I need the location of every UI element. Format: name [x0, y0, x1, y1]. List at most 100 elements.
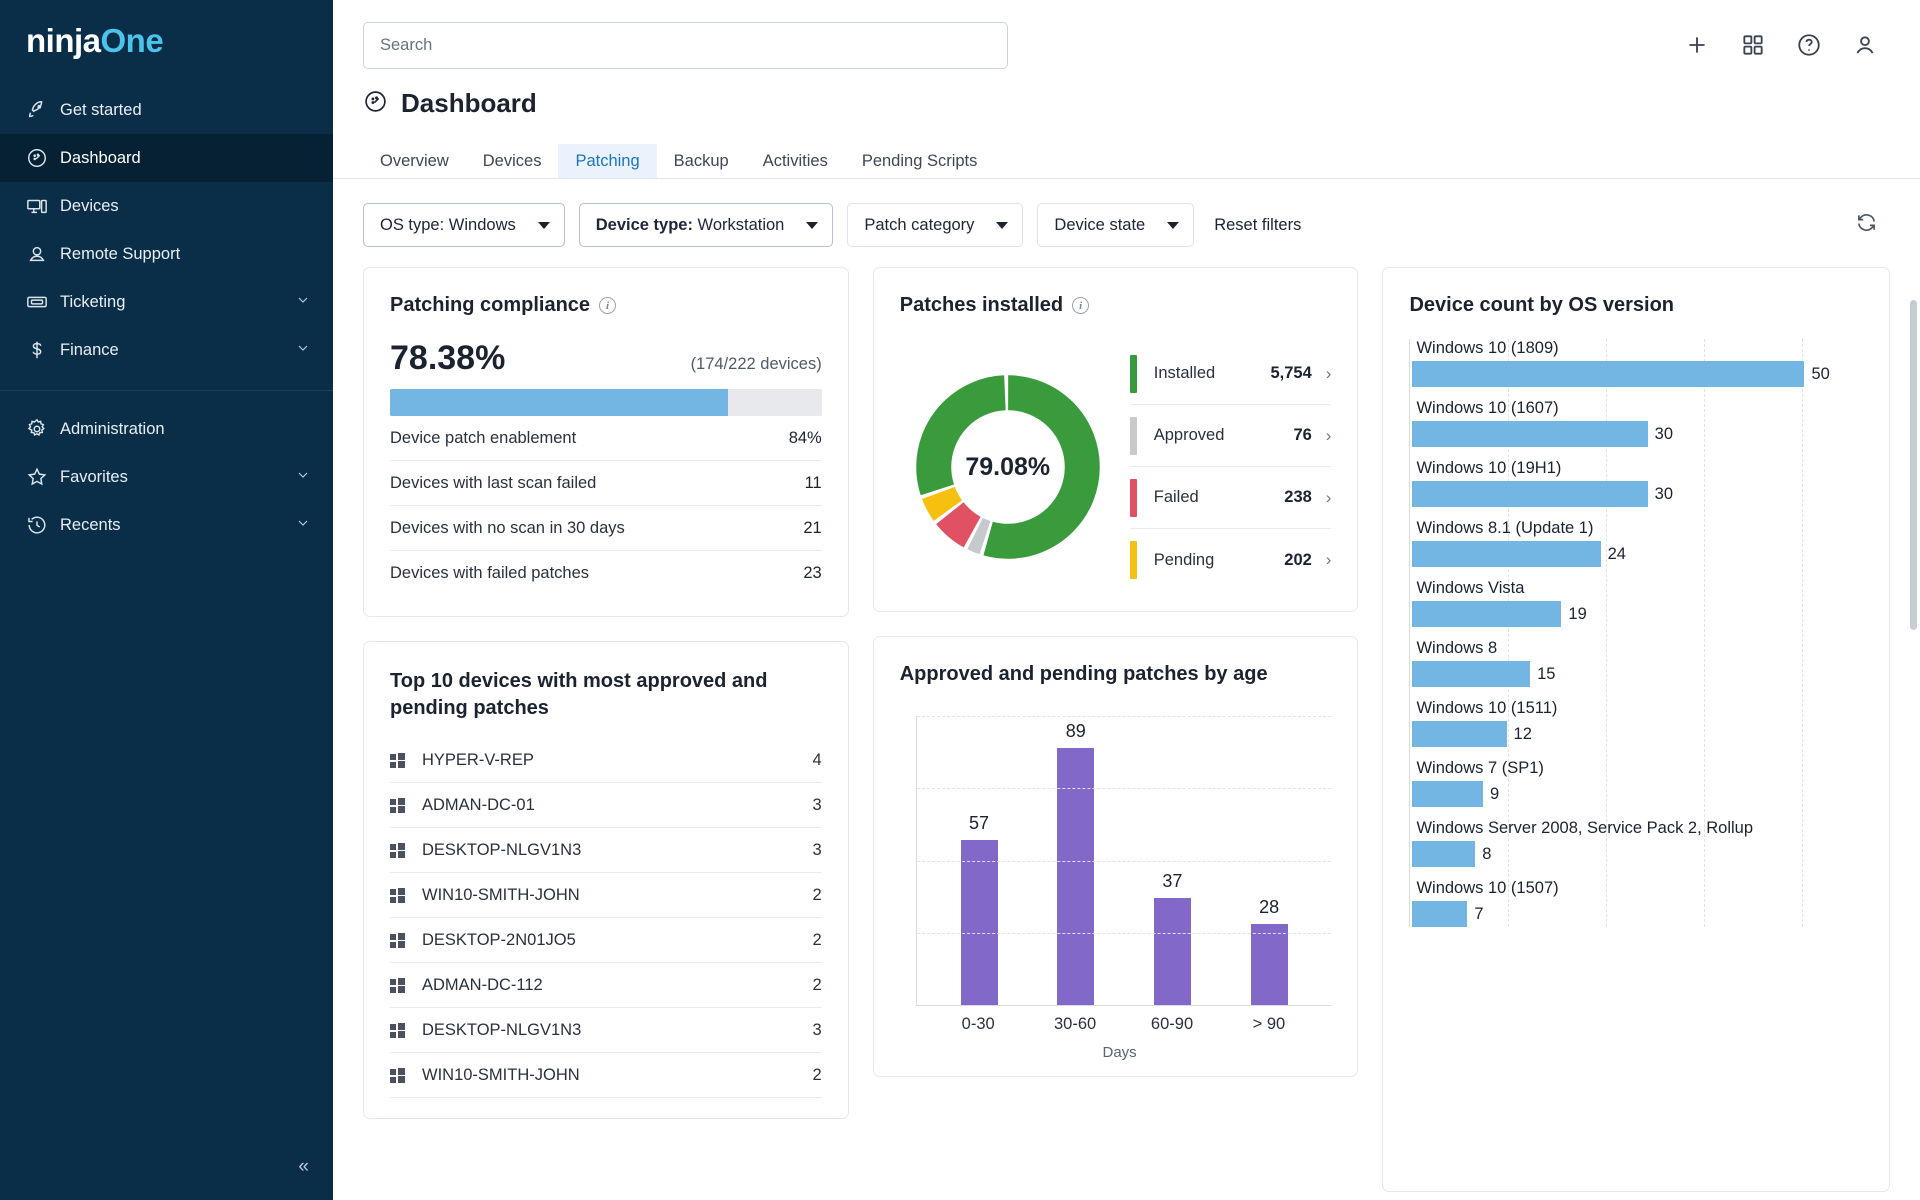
sidebar-item-ticketing[interactable]: Ticketing — [0, 278, 333, 326]
chevron-down-icon[interactable] — [295, 515, 311, 536]
tab-activities[interactable]: Activities — [746, 144, 845, 179]
chevron-down-icon[interactable] — [295, 292, 311, 313]
bar[interactable] — [1412, 841, 1475, 867]
table-row[interactable]: DESKTOP-NLGV1N33 — [390, 828, 822, 873]
sidebar-item-devices[interactable]: Devices — [0, 182, 333, 230]
plus-icon[interactable] — [1684, 32, 1710, 58]
chevron-right-icon[interactable]: › — [1326, 550, 1332, 570]
tab-overview[interactable]: Overview — [363, 144, 466, 179]
sidebar-collapse-button[interactable]: « — [298, 1156, 307, 1178]
bar-value-label: 30 — [1655, 485, 1673, 504]
os-version-row[interactable]: Windows 10 (1511)12 — [1412, 699, 1863, 747]
gauge-icon — [26, 147, 60, 169]
filter-device-type[interactable]: Device type: Workstation — [579, 203, 834, 247]
app-root: ninjaOne Get started Dashboard Devices R — [0, 0, 1920, 1200]
patches-donut-chart[interactable]: 79.08% — [910, 369, 1106, 565]
legend-item[interactable]: Failed238› — [1130, 467, 1332, 529]
sidebar-item-label: Recents — [60, 516, 295, 535]
os-version-row[interactable]: Windows Vista19 — [1412, 579, 1863, 627]
help-icon[interactable] — [1796, 32, 1822, 58]
sidebar-item-recents[interactable]: Recents — [0, 501, 333, 549]
table-row[interactable]: ADMAN-DC-1122 — [390, 963, 822, 1008]
tab-bar: Overview Devices Patching Backup Activit… — [333, 137, 1920, 179]
bar[interactable] — [961, 840, 998, 1005]
reset-filters-button[interactable]: Reset filters — [1214, 216, 1301, 235]
bar[interactable] — [1412, 661, 1530, 687]
table-row[interactable]: WIN10-SMITH-JOHN2 — [390, 1053, 822, 1098]
windows-icon — [390, 1068, 405, 1083]
stat-value: 21 — [803, 519, 821, 538]
brand-logo[interactable]: ninjaOne — [0, 0, 333, 86]
legend-item[interactable]: Approved76› — [1130, 405, 1332, 467]
bar[interactable] — [1412, 361, 1804, 387]
os-version-row[interactable]: Windows 10 (1809)50 — [1412, 339, 1863, 387]
sidebar-item-remote-support[interactable]: Remote Support — [0, 230, 333, 278]
device-patch-count: 2 — [813, 886, 822, 905]
bar[interactable] — [1154, 898, 1191, 1005]
filter-device-state[interactable]: Device state — [1037, 203, 1194, 247]
bar-value-label: 57 — [949, 813, 1009, 834]
table-row[interactable]: HYPER-V-REP4 — [390, 738, 822, 783]
os-version-row[interactable]: Windows 10 (19H1)30 — [1412, 459, 1863, 507]
chevron-down-icon[interactable] — [295, 340, 311, 361]
page-scrollbar[interactable] — [1910, 300, 1917, 630]
table-row[interactable]: WIN10-SMITH-JOHN 2 — [390, 873, 822, 918]
legend-item[interactable]: Installed5,754› — [1130, 343, 1332, 405]
filter-os-type[interactable]: OS type: Windows — [363, 203, 565, 247]
os-bar-row: 19 — [1412, 601, 1863, 627]
sidebar-item-get-started[interactable]: Get started — [0, 86, 333, 134]
windows-icon — [390, 978, 405, 993]
stat-row: Devices with failed patches 23 — [390, 551, 822, 596]
tab-patching[interactable]: Patching — [558, 144, 656, 179]
table-row[interactable]: ADMAN-DC-013 — [390, 783, 822, 828]
bar[interactable] — [1057, 748, 1094, 1005]
info-icon[interactable]: i — [1072, 297, 1089, 314]
os-version-row[interactable]: Windows 815 — [1412, 639, 1863, 687]
os-version-row[interactable]: Windows 8.1 (Update 1)24 — [1412, 519, 1863, 567]
user-icon[interactable] — [1852, 32, 1878, 58]
chevron-right-icon[interactable]: › — [1326, 426, 1332, 446]
bar[interactable] — [1412, 901, 1467, 927]
chevron-down-icon — [1167, 222, 1179, 229]
gridline — [917, 861, 1332, 862]
tab-backup[interactable]: Backup — [657, 144, 746, 179]
grid-apps-icon[interactable] — [1740, 32, 1766, 58]
card-title-text: Patches installed — [900, 294, 1063, 317]
info-icon[interactable]: i — [599, 297, 616, 314]
os-version-row[interactable]: Windows 10 (1507)7 — [1412, 879, 1863, 927]
os-version-row[interactable]: Windows 7 (SP1)9 — [1412, 759, 1863, 807]
os-version-row[interactable]: Windows Server 2008, Service Pack 2, Rol… — [1412, 819, 1863, 867]
bar[interactable] — [1412, 721, 1506, 747]
os-version-row[interactable]: Windows 10 (1607)30 — [1412, 399, 1863, 447]
table-row[interactable]: DESKTOP-NLGV1N33 — [390, 1008, 822, 1053]
bar[interactable] — [1251, 924, 1288, 1005]
refresh-icon[interactable] — [1855, 211, 1878, 239]
bar[interactable] — [1412, 781, 1483, 807]
chevron-down-icon[interactable] — [295, 467, 311, 488]
filter-patch-category[interactable]: Patch category — [847, 203, 1023, 247]
os-chart-plot: Windows 10 (1809)50 Windows 10 (1607)30 Wi… — [1409, 339, 1863, 927]
bar[interactable] — [1412, 541, 1600, 567]
stat-value: 84% — [789, 429, 822, 448]
search-input[interactable] — [363, 22, 1008, 69]
bar[interactable] — [1412, 481, 1647, 507]
tab-pending-scripts[interactable]: Pending Scripts — [845, 144, 995, 179]
bar[interactable] — [1412, 601, 1561, 627]
sidebar-item-dashboard[interactable]: Dashboard — [0, 134, 333, 182]
sidebar-item-favorites[interactable]: Favorites — [0, 453, 333, 501]
top-devices-list: HYPER-V-REP4ADMAN-DC-013DESKTOP-NLGV1N33… — [390, 738, 822, 1098]
tab-devices[interactable]: Devices — [466, 144, 559, 179]
sidebar-item-finance[interactable]: Finance — [0, 326, 333, 374]
legend-item[interactable]: Pending202› — [1130, 529, 1332, 591]
legend-label: Approved — [1154, 426, 1225, 445]
sidebar-item-label: Get started — [60, 101, 311, 120]
device-name: ADMAN-DC-01 — [422, 796, 535, 815]
table-row[interactable]: DESKTOP-2N01JO52 — [390, 918, 822, 963]
device-name: ADMAN-DC-112 — [422, 976, 543, 995]
os-version-label: Windows 7 (SP1) — [1412, 759, 1863, 778]
bar[interactable] — [1412, 421, 1647, 447]
chevron-right-icon[interactable]: › — [1326, 488, 1332, 508]
chevron-right-icon[interactable]: › — [1326, 364, 1332, 384]
device-name: WIN10-SMITH-JOHN — [422, 886, 580, 905]
sidebar-item-administration[interactable]: Administration — [0, 405, 333, 453]
